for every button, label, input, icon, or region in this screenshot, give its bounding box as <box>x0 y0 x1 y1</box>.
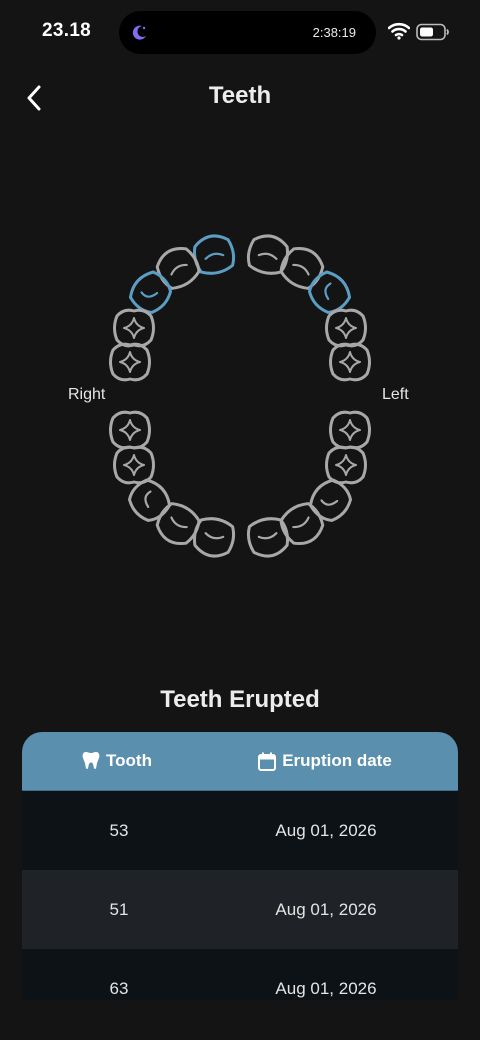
column-label-date: Eruption date <box>282 751 392 770</box>
moon-icon <box>132 25 146 40</box>
header: Teeth <box>0 70 480 126</box>
table-row[interactable]: 63 Aug 01, 2026 <box>22 949 458 1000</box>
tooth[interactable] <box>245 232 290 276</box>
dynamic-island[interactable]: 2:38:19 <box>119 11 376 54</box>
status-bar: 23.18 2:38:19 <box>0 0 480 64</box>
eruption-table: Tooth Eruption date 53 Aug 01, 2026 51 A… <box>22 732 458 1000</box>
left-side-label: Left <box>382 386 409 403</box>
battery-icon <box>416 23 449 41</box>
page-title: Teeth <box>208 82 272 109</box>
table-header: Tooth Eruption date <box>22 732 458 791</box>
cell-tooth: 63 <box>109 978 129 998</box>
cell-date: Aug 01, 2026 <box>275 978 377 998</box>
tooth[interactable] <box>325 308 367 348</box>
teeth-erupted-title: Teeth Erupted <box>160 686 320 713</box>
tooth[interactable] <box>329 410 371 450</box>
tooth[interactable] <box>113 308 155 348</box>
table-row[interactable]: 53 Aug 01, 2026 <box>22 791 458 870</box>
teeth-chart: Right Left <box>0 220 480 580</box>
table-row[interactable]: 51 Aug 01, 2026 <box>22 870 458 949</box>
column-label-tooth: Tooth <box>106 751 152 770</box>
wifi-icon <box>388 22 410 40</box>
right-side-label: Right <box>68 386 106 403</box>
cell-date: Aug 01, 2026 <box>275 820 377 840</box>
cell-tooth: 51 <box>109 899 129 919</box>
status-time: 23.18 <box>42 20 92 41</box>
tooth[interactable] <box>191 515 236 559</box>
island-timer: 2:38:19 <box>312 25 356 40</box>
column-header-date[interactable]: Eruption date <box>192 751 458 771</box>
calendar-icon <box>258 752 277 771</box>
tooth[interactable] <box>109 342 151 382</box>
tooth-icon <box>82 752 100 769</box>
tooth[interactable] <box>329 342 371 382</box>
cell-date: Aug 01, 2026 <box>275 899 377 919</box>
cell-tooth: 53 <box>109 820 129 840</box>
tooth[interactable] <box>113 445 155 485</box>
tooth[interactable] <box>325 445 367 485</box>
column-header-tooth[interactable]: Tooth <box>22 751 212 771</box>
tooth[interactable] <box>245 515 290 559</box>
tooth[interactable] <box>109 410 151 450</box>
